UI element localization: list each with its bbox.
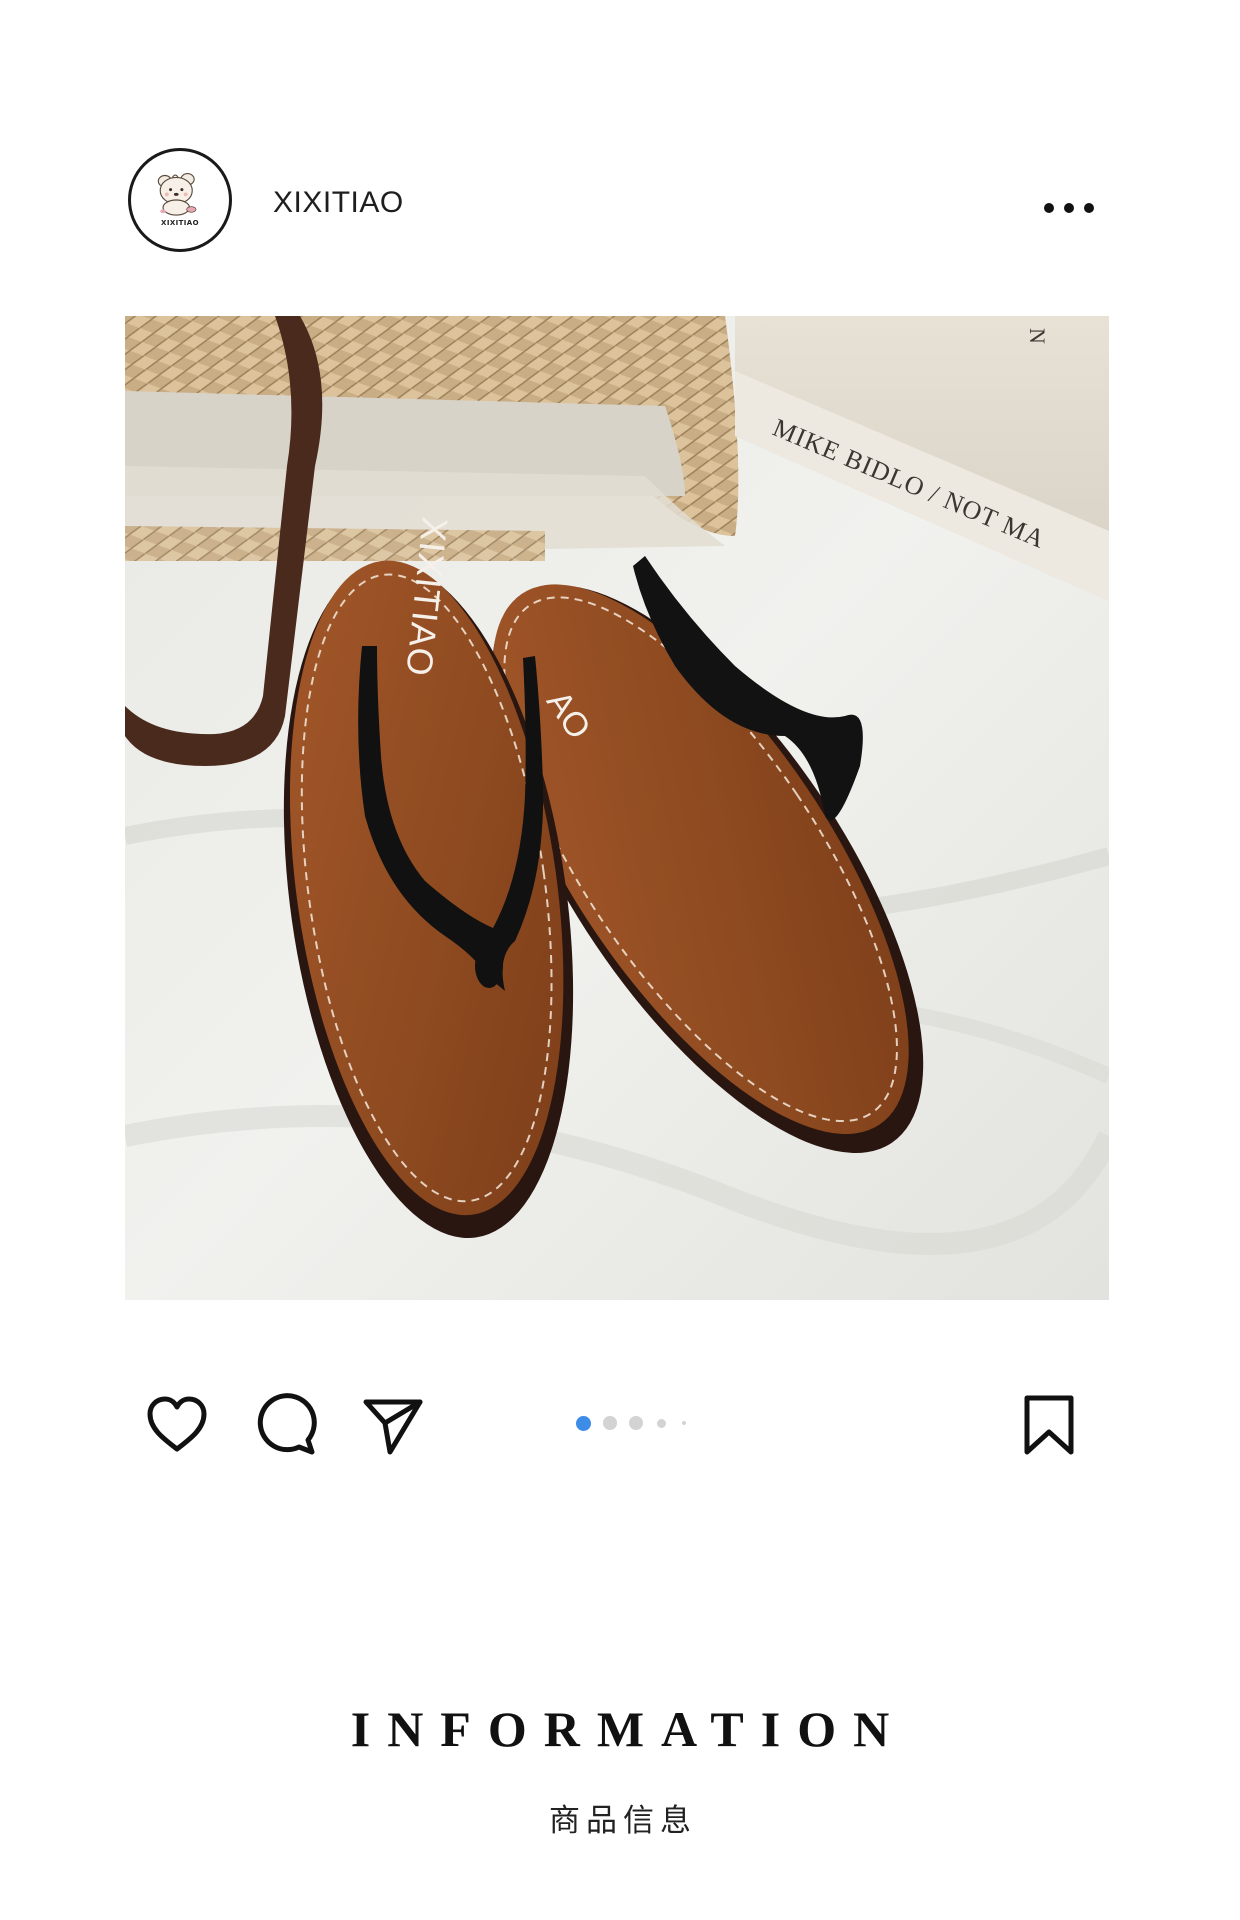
product-post-page: XIXITIAO XIXITIAO MIKE BIDLO / NOT MA N …	[0, 0, 1240, 1920]
heart-icon[interactable]	[144, 1392, 210, 1458]
book-spine-letter: N	[1025, 328, 1050, 344]
bear-mascot-logo	[157, 173, 197, 216]
carousel-dot-active[interactable]	[576, 1415, 591, 1431]
product-photo[interactable]: MIKE BIDLO / NOT MA N AO XIXITIAO	[125, 316, 1109, 1300]
more-dot	[1084, 203, 1094, 213]
more-horizontal-icon	[1044, 203, 1054, 213]
account-avatar[interactable]: XIXITIAO	[128, 148, 232, 252]
more-options-button[interactable]	[1044, 196, 1094, 220]
bookmark-icon[interactable]	[1017, 1392, 1081, 1458]
account-username[interactable]: XIXITIAO	[273, 186, 404, 220]
carousel-dot[interactable]	[629, 1416, 643, 1430]
section-subtitle: 商品信息	[549, 1803, 697, 1839]
carousel-dot[interactable]	[682, 1421, 686, 1425]
section-title: INFORMATION	[350, 1701, 907, 1757]
carousel-dot[interactable]	[657, 1418, 666, 1428]
carousel-indicator	[576, 1413, 698, 1433]
carousel-dot[interactable]	[603, 1416, 617, 1430]
send-paper-plane-icon[interactable]	[360, 1392, 426, 1458]
more-dot	[1064, 203, 1074, 213]
comment-bubble-icon[interactable]	[252, 1392, 318, 1458]
avatar-caption: XIXITIAO	[161, 219, 199, 227]
